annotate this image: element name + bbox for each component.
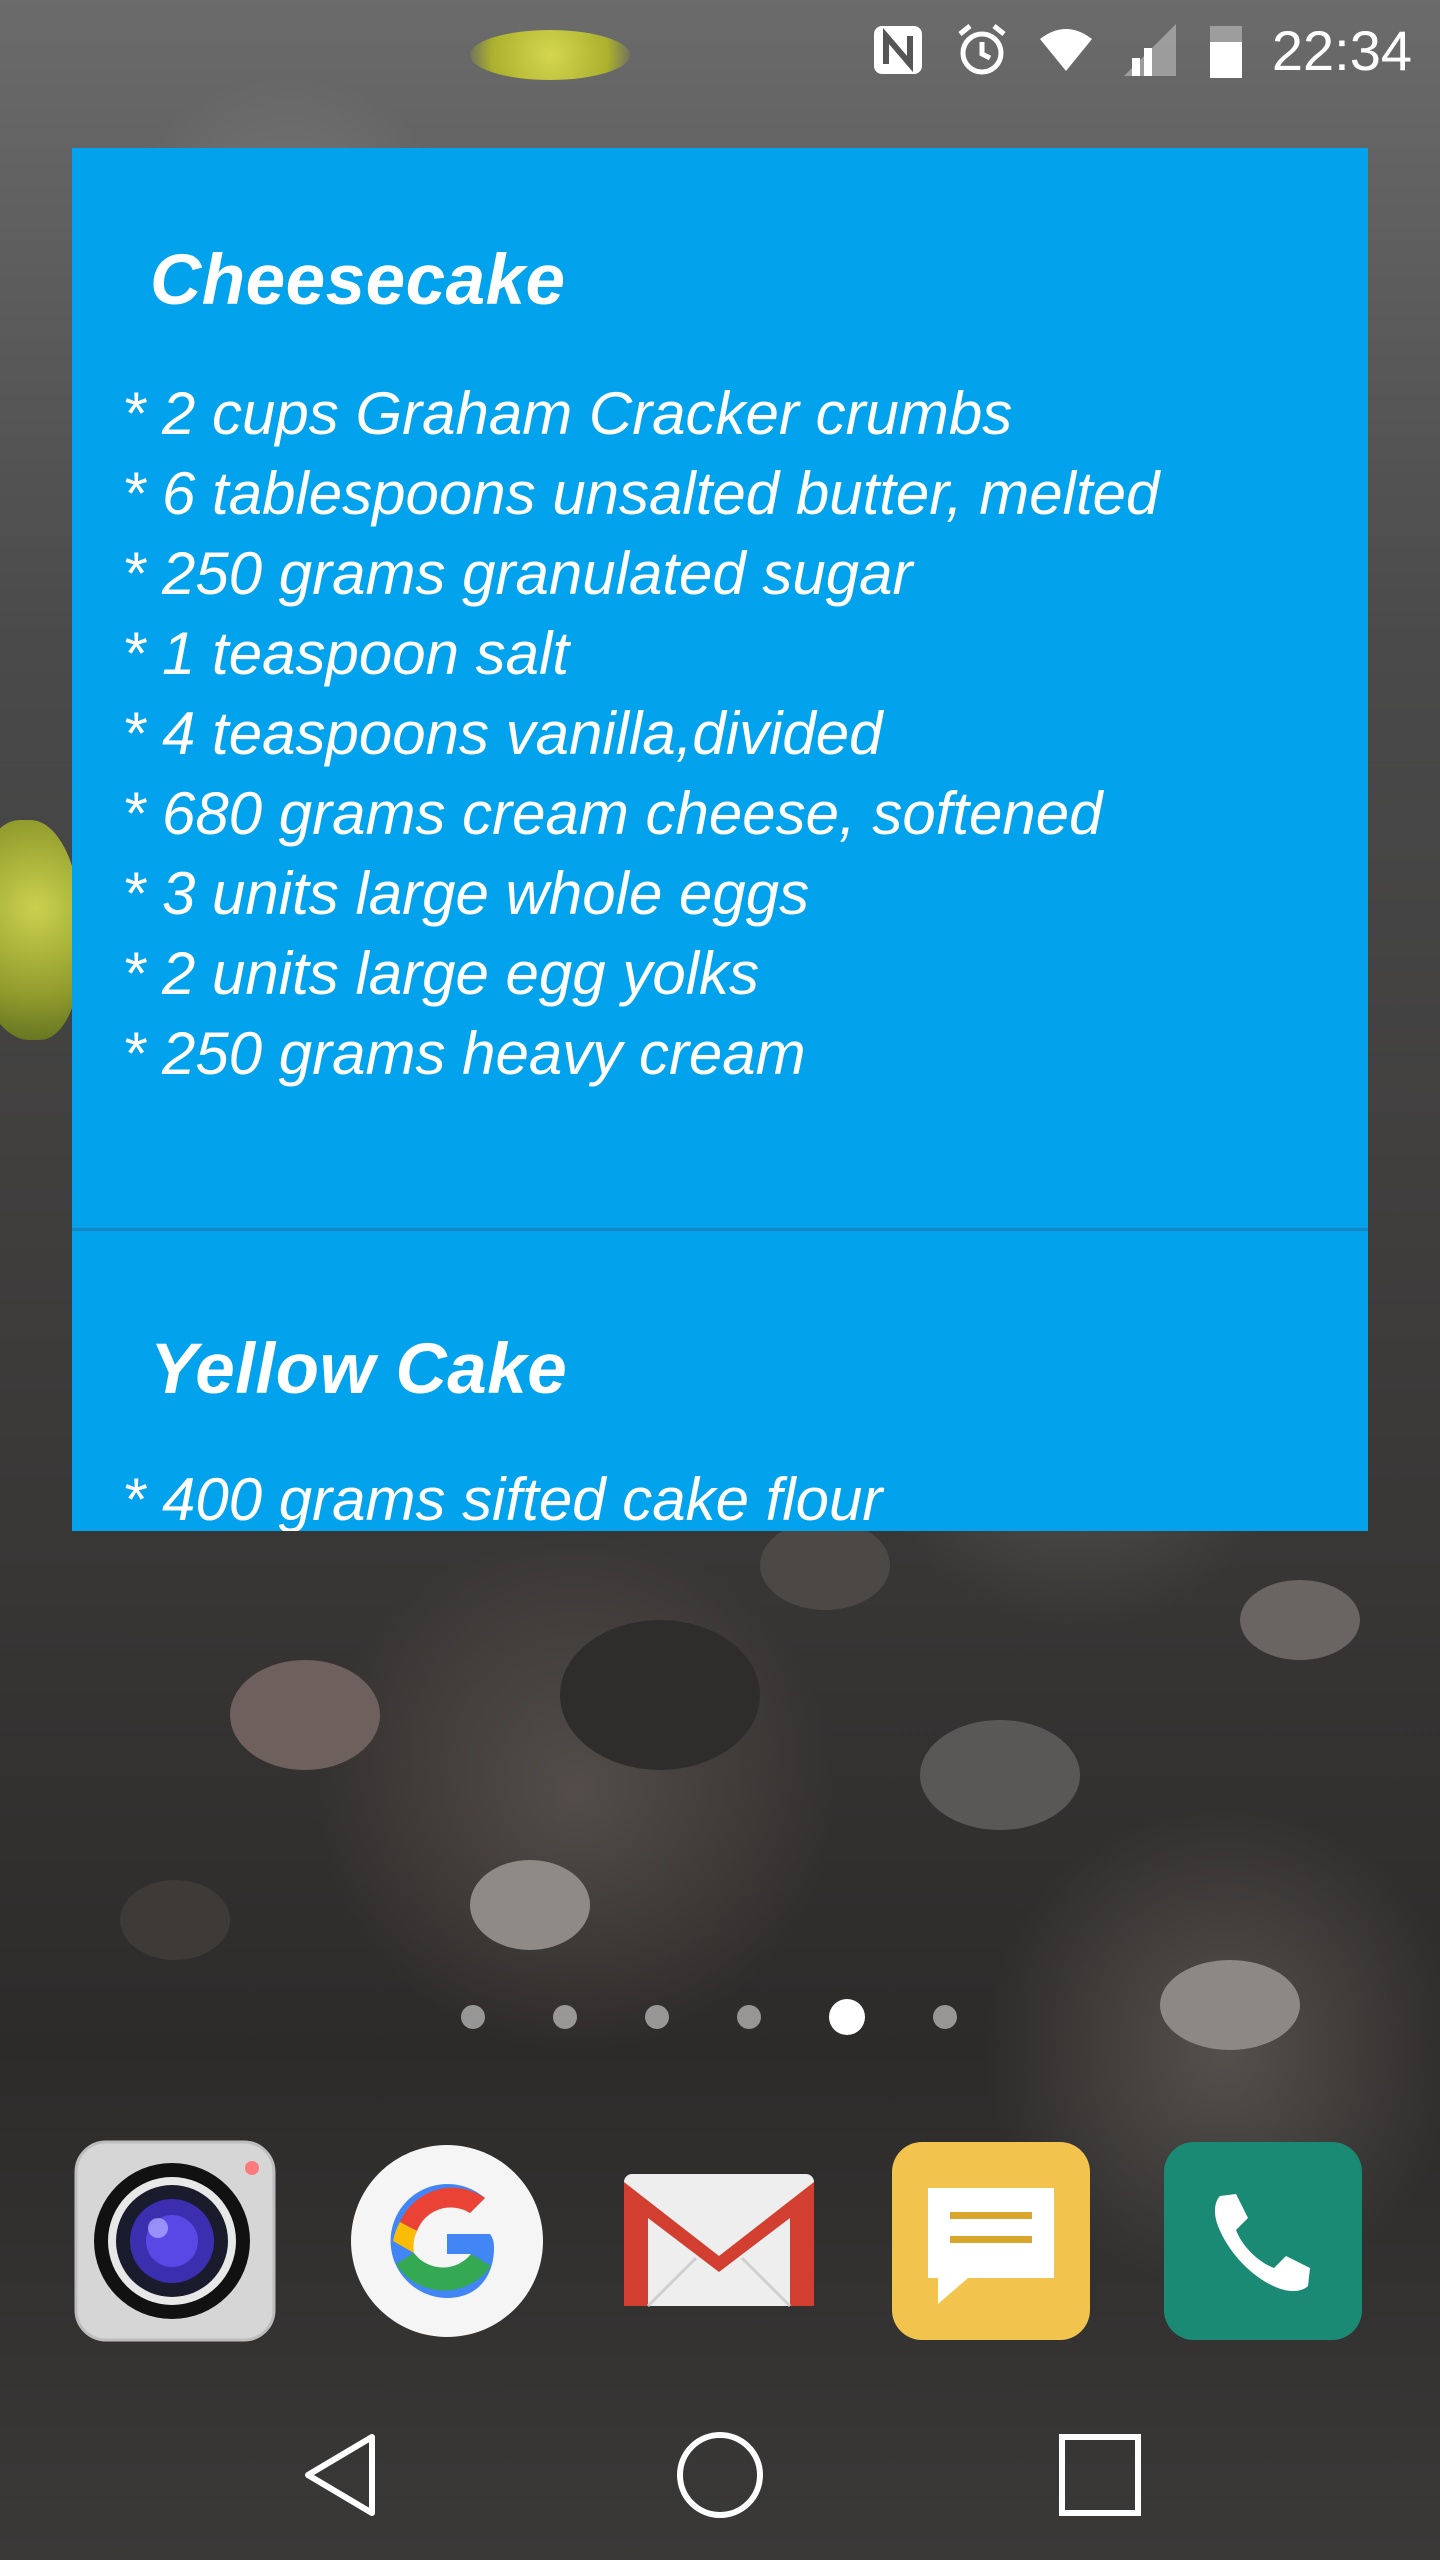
status-bar: 22:34	[0, 0, 1440, 100]
page-dot[interactable]	[737, 2005, 761, 2029]
wallpaper-pebble	[920, 1720, 1080, 1830]
wallpaper-pebble	[230, 1660, 380, 1770]
ingredient-item: * 4 teaspoons vanilla,divided	[122, 700, 883, 767]
home-button[interactable]	[655, 2410, 785, 2540]
navigation-bar	[0, 2410, 1440, 2540]
recipe-title: Yellow Cake	[150, 1330, 568, 1409]
google-app-icon[interactable]	[344, 2138, 550, 2344]
app-dock	[0, 2138, 1440, 2344]
back-button[interactable]	[275, 2410, 405, 2540]
back-icon	[305, 2434, 375, 2516]
wifi-icon	[1038, 25, 1094, 75]
wallpaper-pebble	[1240, 1580, 1360, 1660]
page-dot[interactable]	[553, 2005, 577, 2029]
ingredient-item: * 680 grams cream cheese, softened	[122, 780, 1103, 847]
wallpaper-pebble	[120, 1880, 230, 1960]
wallpaper-pebble	[470, 1860, 590, 1950]
camera-app-icon[interactable]	[72, 2138, 278, 2344]
ingredient-list: * 2 cups Graham Cracker crumbs * 6 table…	[122, 374, 1159, 1094]
signal-icon	[1120, 20, 1180, 80]
battery-icon	[1206, 20, 1246, 80]
ingredient-list: * 400 grams sifted cake flour	[122, 1460, 882, 1531]
home-icon	[677, 2432, 763, 2518]
page-dot-active[interactable]	[829, 1999, 865, 2035]
ingredient-item: * 3 units large whole eggs	[122, 860, 810, 927]
recipe-widget[interactable]: Cheesecake * 2 cups Graham Cracker crumb…	[72, 148, 1368, 1531]
page-indicator	[0, 1999, 1440, 2035]
ingredient-item: * 2 units large egg yolks	[122, 940, 760, 1007]
phone-app-icon[interactable]	[1160, 2138, 1366, 2344]
ingredient-item: * 2 cups Graham Cracker crumbs	[122, 380, 1013, 447]
page-dot[interactable]	[645, 2005, 669, 2029]
ingredient-item: * 1 teaspoon salt	[122, 620, 569, 687]
ingredient-item: * 250 grams granulated sugar	[122, 540, 913, 607]
ingredient-item: * 250 grams heavy cream	[122, 1020, 806, 1087]
alarm-icon	[952, 20, 1012, 80]
recents-button[interactable]	[1035, 2410, 1165, 2540]
messages-app-icon[interactable]	[888, 2138, 1094, 2344]
gmail-app-icon[interactable]	[616, 2138, 822, 2344]
wallpaper-leaf	[0, 820, 80, 1040]
wallpaper-pebble	[560, 1620, 760, 1770]
nfc-icon	[870, 22, 926, 78]
recents-icon	[1059, 2434, 1141, 2516]
ingredient-item: * 6 tablespoons unsalted butter, melted	[122, 460, 1160, 527]
wallpaper-pebble	[760, 1520, 890, 1610]
page-dot[interactable]	[933, 2005, 957, 2029]
recipe-divider	[72, 1228, 1368, 1231]
page-dot[interactable]	[461, 2005, 485, 2029]
ingredient-item: * 400 grams sifted cake flour	[122, 1466, 883, 1531]
recipe-title: Cheesecake	[150, 241, 566, 320]
clock: 22:34	[1271, 18, 1412, 82]
